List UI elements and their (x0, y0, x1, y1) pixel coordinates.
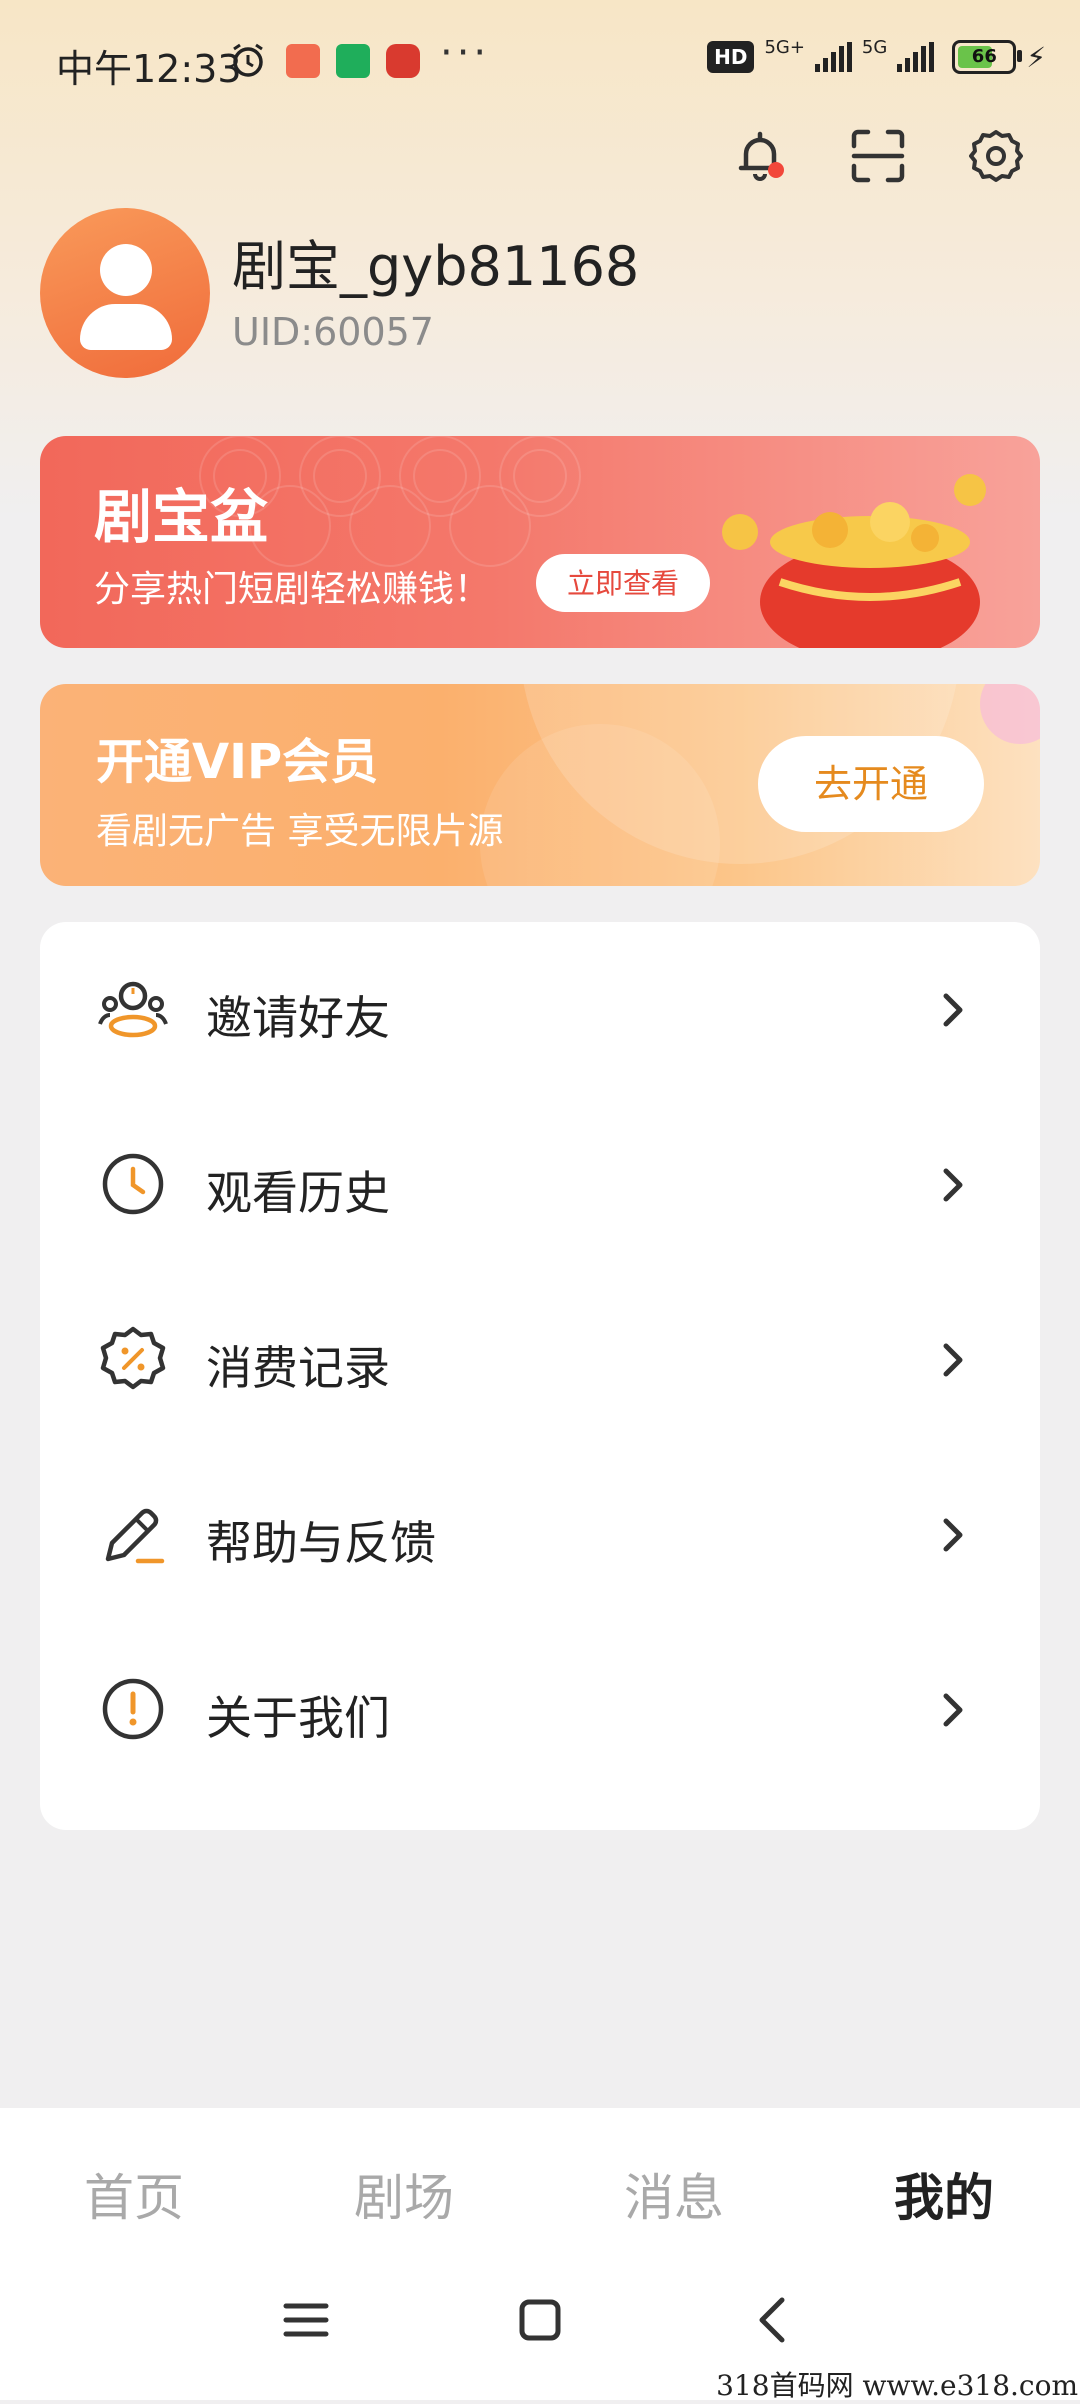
bottom-nav: 首页 剧场 消息 我的 (0, 2108, 1080, 2400)
pen-icon (105, 1508, 165, 1564)
settings-icon[interactable] (968, 128, 1024, 184)
watermark-text: 318首码网 www.e318.com (716, 2369, 1078, 2402)
tab-theater[interactable]: 剧场 (354, 2158, 454, 2230)
red-app-icon (386, 44, 420, 78)
more-notifications-icon: ··· (440, 30, 491, 76)
tab-messages[interactable]: 消息 (624, 2158, 724, 2230)
bell-icon[interactable] (732, 128, 788, 184)
chevron-right-icon (943, 1518, 963, 1552)
back-icon[interactable] (744, 2290, 804, 2350)
home-square-icon[interactable] (510, 2290, 570, 2350)
menu-icon[interactable] (276, 2290, 336, 2350)
status-indicators: HD 5G+ 5G 66 ⚡ (707, 36, 1046, 74)
download-app-icon (336, 44, 370, 78)
scan-icon[interactable] (850, 128, 906, 184)
network-type-1: 5G+ (764, 36, 805, 58)
battery-level: 66 (971, 46, 997, 67)
network-type-2: 5G (861, 36, 888, 58)
charging-icon: ⚡ (1026, 40, 1046, 74)
menu-item-invite-friends[interactable]: 邀请好友 (40, 922, 1040, 1097)
status-time: 中午12:33 (56, 47, 242, 91)
vip-subtitle: 看剧无广告 享受无限片源 (96, 811, 504, 852)
clock-icon (102, 1153, 164, 1215)
avatar[interactable] (40, 208, 210, 378)
discount-badge-icon (100, 1326, 166, 1390)
signal-icon-2 (897, 42, 935, 72)
menu-item-help-feedback[interactable]: 帮助与反馈 (40, 1447, 1040, 1622)
menu-card: 邀请好友 观看历史 消费记录 帮助与反馈 关于我们 (40, 922, 1040, 1830)
menu-label: 关于我们 (206, 1691, 390, 1745)
signal-icon (814, 42, 852, 72)
treasure-bag-illustration (722, 474, 986, 648)
menu-item-purchase-records[interactable]: 消费记录 (40, 1272, 1040, 1447)
avatar-body-shape (80, 304, 172, 350)
tab-mine[interactable]: 我的 (894, 2158, 994, 2230)
avatar-head-shape (100, 244, 152, 296)
menu-label: 帮助与反馈 (206, 1516, 436, 1570)
menu-label: 观看历史 (206, 1166, 390, 1220)
chevron-right-icon (943, 1168, 963, 1202)
treasure-subtitle: 分享热门短剧轻松赚钱！ (94, 569, 491, 610)
username: 剧宝_gyb81168 (232, 235, 640, 298)
battery-icon: 66 (952, 40, 1023, 74)
chevron-right-icon (943, 1693, 963, 1727)
hd-badge: HD (707, 41, 755, 73)
chevron-right-icon (943, 1343, 963, 1377)
activate-vip-button[interactable]: 去开通 (758, 736, 984, 832)
chevron-right-icon (943, 993, 963, 1027)
treasure-banner[interactable]: 剧宝盆 分享热门短剧轻松赚钱！ 立即查看 (40, 436, 1040, 648)
user-uid: UID:60057 (232, 310, 434, 354)
info-exclamation-icon (102, 1678, 164, 1740)
menu-item-about-us[interactable]: 关于我们 (40, 1622, 1040, 1797)
alarm-icon (228, 40, 268, 84)
tab-home[interactable]: 首页 (84, 2158, 184, 2230)
menu-label: 邀请好友 (206, 991, 390, 1045)
header-actions (732, 128, 1024, 184)
view-now-button[interactable]: 立即查看 (536, 554, 710, 612)
vip-title: 开通VIP会员 (96, 734, 379, 790)
treasure-title: 剧宝盆 (94, 483, 269, 551)
invite-friends-icon (98, 981, 168, 1038)
menu-label: 消费记录 (206, 1341, 390, 1395)
status-bar: 中午12:33 ··· HD 5G+ 5G 66 ⚡ (0, 0, 1080, 120)
vip-banner[interactable]: 开通VIP会员 看剧无广告 享受无限片源 去开通 (40, 684, 1040, 886)
shopping-app-icon (286, 44, 320, 78)
menu-item-watch-history[interactable]: 观看历史 (40, 1097, 1040, 1272)
